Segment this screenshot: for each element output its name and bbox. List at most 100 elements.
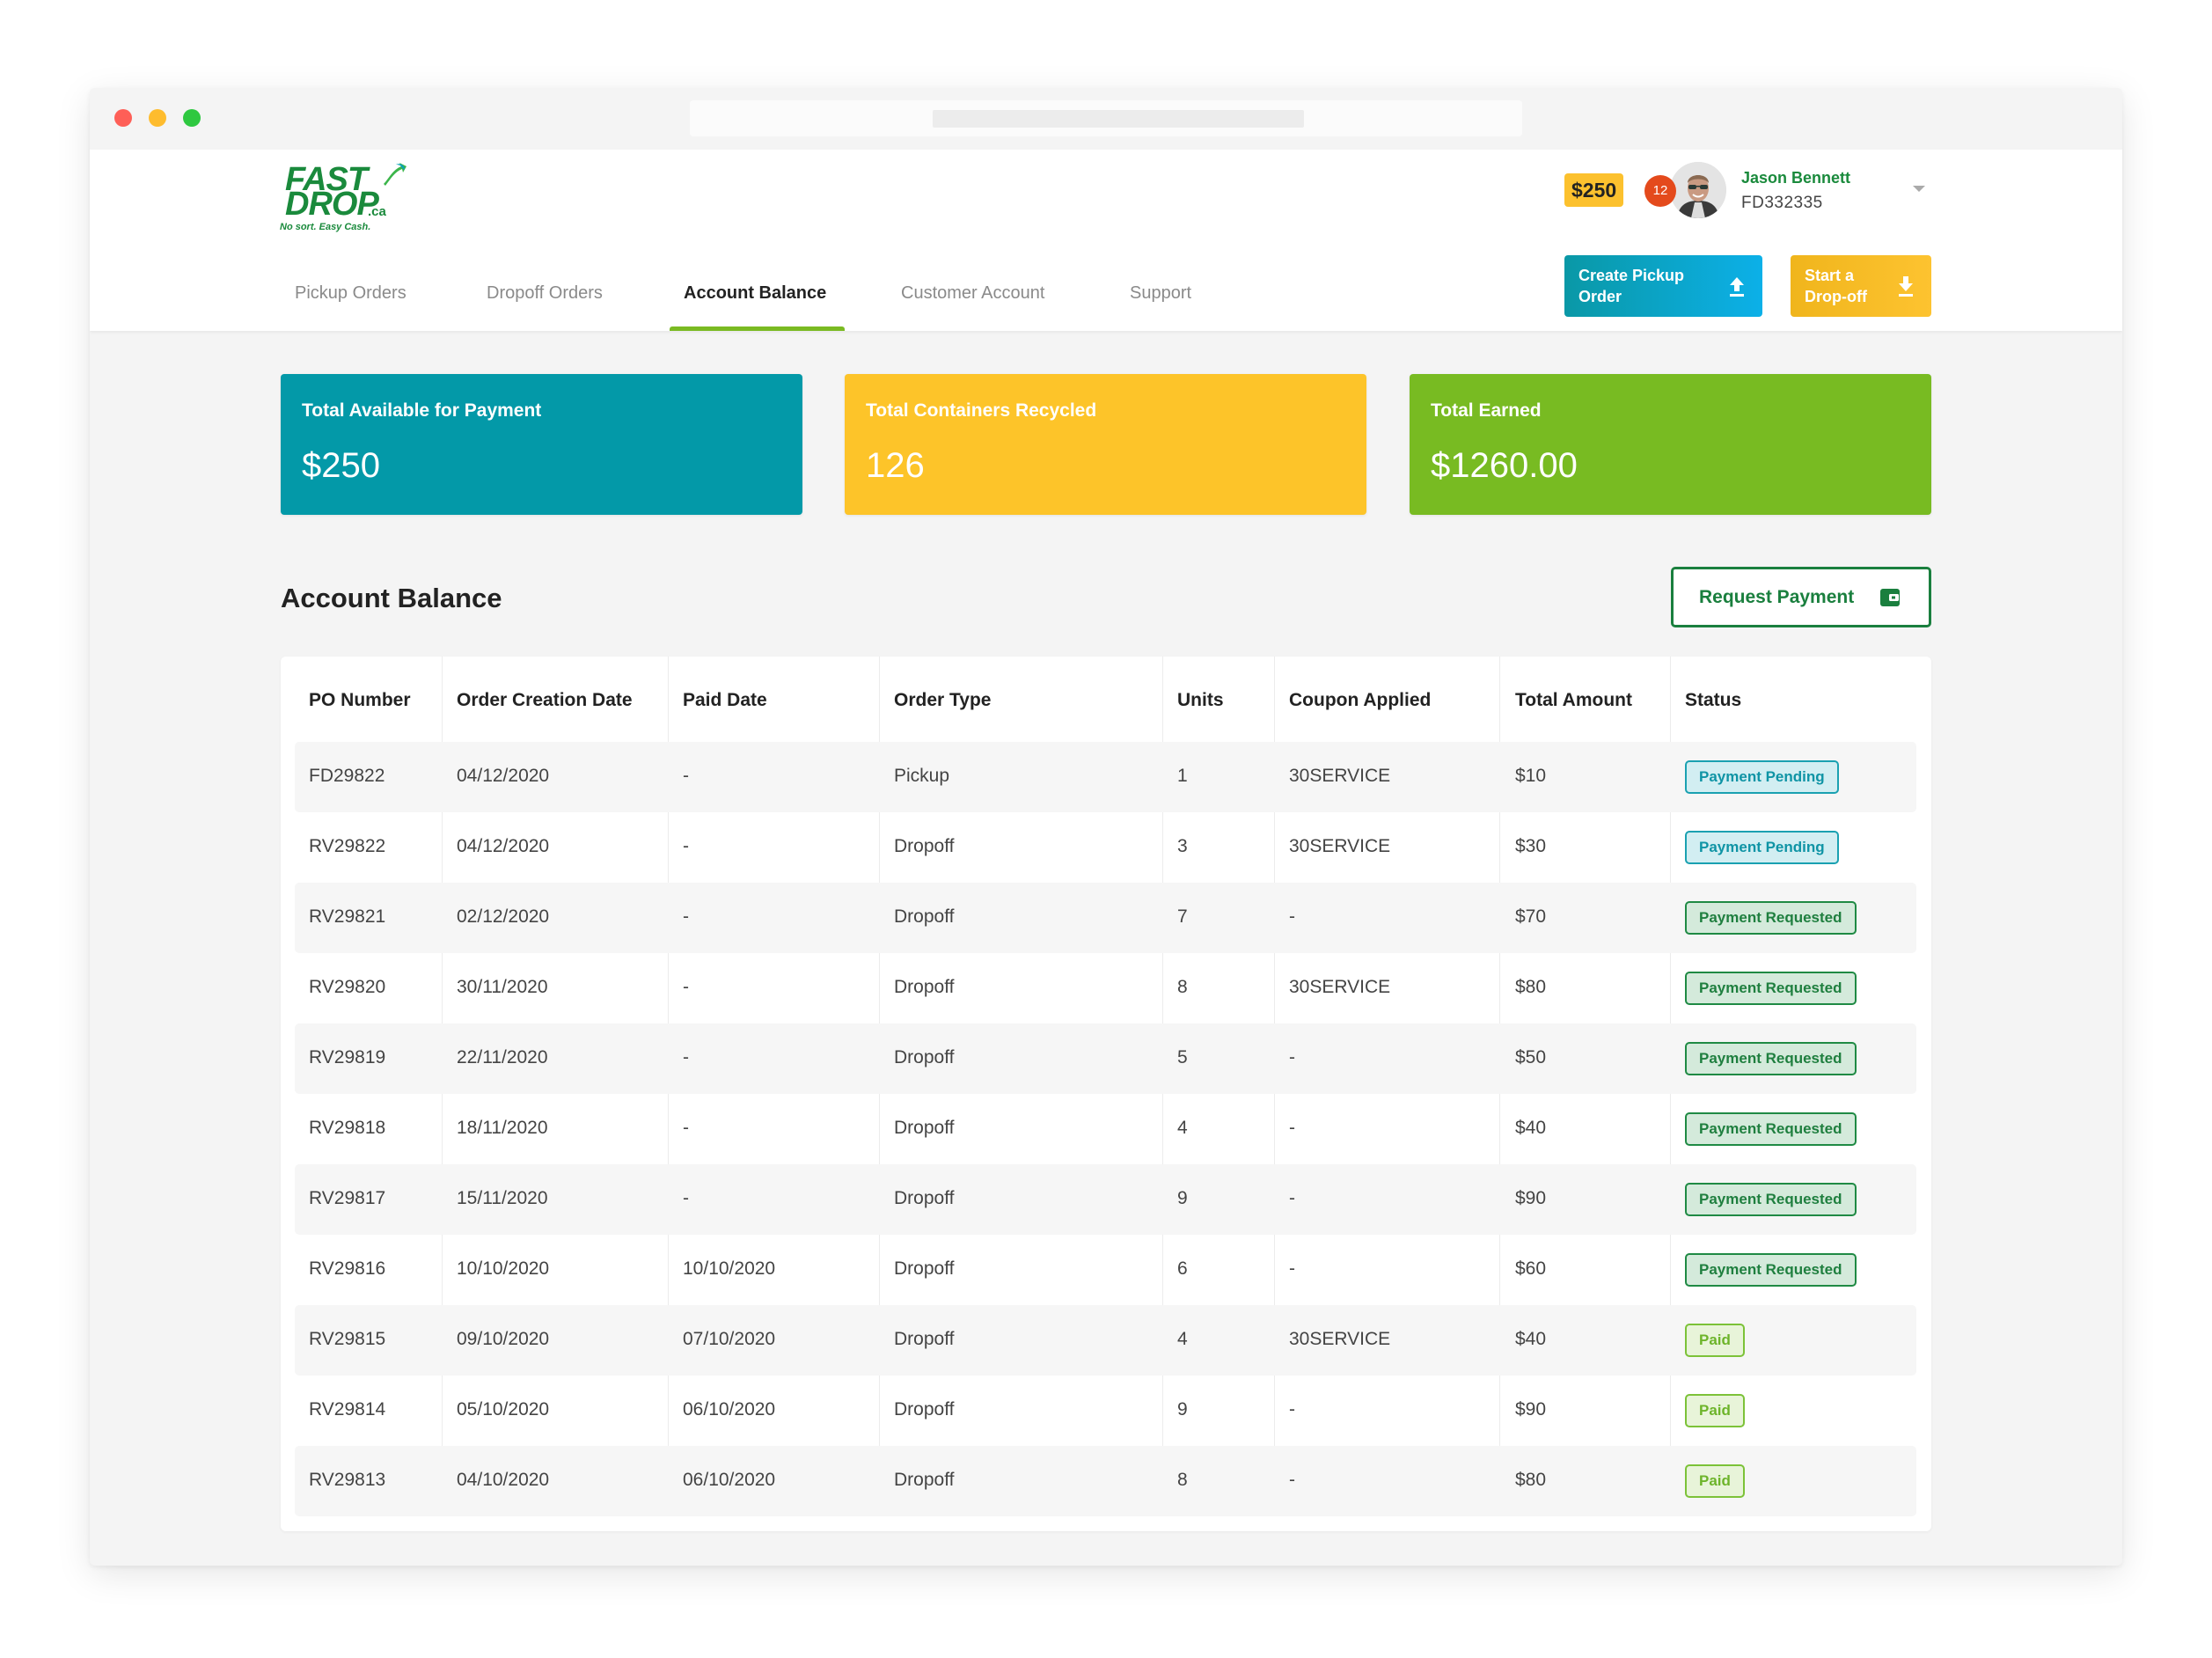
browser-chrome: [90, 88, 2122, 150]
cell-units: 8: [1177, 977, 1188, 997]
summary-card-label: Total Containers Recycled: [866, 400, 1097, 421]
cell-coupon-applied: 30SERVICE: [1289, 836, 1391, 856]
status-badge: Payment Pending: [1685, 831, 1839, 864]
tab-pickup-orders[interactable]: Pickup Orders: [295, 282, 407, 331]
active-tab-indicator: [670, 326, 845, 331]
tab-customer-account[interactable]: Customer Account: [901, 282, 1044, 331]
cell-order-creation-date: 18/11/2020: [457, 1118, 548, 1138]
summary-card-value: 126: [866, 446, 925, 485]
address-bar[interactable]: [690, 100, 1522, 136]
logo-swoosh-icon: [384, 163, 407, 186]
cell-po-number: RV29814: [309, 1399, 386, 1420]
tab-support[interactable]: Support: [1130, 282, 1191, 331]
status-badge: Payment Requested: [1685, 1183, 1857, 1216]
cell-po-number: RV29821: [309, 906, 386, 927]
cell-total-amount: $60: [1515, 1258, 1547, 1279]
cell-order-type: Dropoff: [894, 1118, 955, 1138]
create-pickup-order-button[interactable]: Create Pickup Order: [1564, 255, 1762, 317]
status-badge: Payment Requested: [1685, 1253, 1857, 1287]
summary-card-containers: Total Containers Recycled 126: [845, 374, 1366, 515]
cell-order-creation-date: 02/12/2020: [457, 906, 550, 927]
cell-paid-date: -: [683, 836, 689, 856]
close-window-button[interactable]: [114, 109, 132, 127]
cell-po-number: FD29822: [309, 766, 385, 786]
cell-units: 5: [1177, 1047, 1188, 1067]
user-avatar-icon: [1670, 162, 1726, 218]
cell-coupon-applied: -: [1289, 1399, 1295, 1420]
table-row[interactable]: RV29817 15/11/2020 - Dropoff 9 - $90 Payment Re…: [295, 1164, 1916, 1235]
summary-card-value: $250: [302, 446, 380, 485]
summary-card-available: Total Available for Payment $250: [281, 374, 802, 515]
cell-po-number: RV29822: [309, 836, 386, 856]
cell-order-creation-date: 10/10/2020: [457, 1258, 550, 1279]
column-header-order-type[interactable]: Order Type: [894, 690, 991, 711]
cell-po-number: RV29813: [309, 1470, 386, 1490]
table-row[interactable]: RV29820 30/11/2020 - Dropoff 8 30SERVICE $80 Pa…: [295, 953, 1916, 1023]
minimize-window-button[interactable]: [149, 109, 166, 127]
cell-total-amount: $70: [1515, 906, 1547, 927]
cell-order-creation-date: 04/12/2020: [457, 766, 550, 786]
column-header-paid-date[interactable]: Paid Date: [683, 690, 767, 711]
cell-total-amount: $90: [1515, 1188, 1547, 1208]
user-menu-chevron-down-icon[interactable]: [1913, 186, 1925, 192]
status-badge: Payment Requested: [1685, 1042, 1857, 1075]
column-header-status[interactable]: Status: [1685, 690, 1741, 711]
column-header-po-number[interactable]: PO Number: [309, 690, 411, 711]
cell-po-number: RV29816: [309, 1258, 386, 1279]
tab-dropoff-orders[interactable]: Dropoff Orders: [487, 282, 603, 331]
user-name[interactable]: Jason Bennett: [1741, 169, 1850, 187]
table-row[interactable]: RV29821 02/12/2020 - Dropoff 7 - $70 Payment Re…: [295, 883, 1916, 953]
table-row[interactable]: RV29815 09/10/2020 07/10/2020 Dropoff 4 30SER…: [295, 1305, 1916, 1376]
column-header-order-creation-date[interactable]: Order Creation Date: [457, 690, 633, 711]
maximize-window-button[interactable]: [183, 109, 201, 127]
cell-coupon-applied: -: [1289, 1258, 1295, 1279]
table-row[interactable]: FD29822 04/12/2020 - Pickup 1 30SERVICE $10 Pay…: [295, 742, 1916, 812]
balance-pill[interactable]: $250: [1564, 173, 1624, 207]
table-row[interactable]: RV29819 22/11/2020 - Dropoff 5 - $50 Payment Re…: [295, 1023, 1916, 1094]
status-badge: Paid: [1685, 1394, 1745, 1427]
cell-units: 1: [1177, 766, 1188, 786]
cell-order-creation-date: 04/12/2020: [457, 836, 550, 856]
status-badge: Payment Pending: [1685, 760, 1839, 794]
start-dropoff-button[interactable]: Start a Drop-off: [1791, 255, 1931, 317]
status-badge: Paid: [1685, 1464, 1745, 1498]
cell-order-type: Dropoff: [894, 1470, 955, 1490]
status-badge: Payment Requested: [1685, 1112, 1857, 1146]
cell-order-type: Dropoff: [894, 1188, 955, 1208]
table-row[interactable]: RV29822 04/12/2020 - Dropoff 3 30SERVICE $30 Pa…: [295, 812, 1916, 883]
cell-po-number: RV29818: [309, 1118, 386, 1138]
table-row[interactable]: RV29816 10/10/2020 10/10/2020 Dropoff 6 - $60 P…: [295, 1235, 1916, 1305]
cell-coupon-applied: 30SERVICE: [1289, 977, 1391, 997]
logo-text-drop: DROP: [285, 186, 379, 223]
table-row[interactable]: RV29814 05/10/2020 06/10/2020 Dropoff 9 - $90 P…: [295, 1376, 1916, 1446]
notification-badge[interactable]: 12: [1644, 175, 1676, 207]
cell-coupon-applied: -: [1289, 1118, 1295, 1138]
cell-units: 9: [1177, 1188, 1188, 1208]
cell-paid-date: -: [683, 1118, 689, 1138]
cell-order-creation-date: 09/10/2020: [457, 1329, 550, 1349]
upload-icon: [1730, 277, 1744, 297]
table-row[interactable]: RV29818 18/11/2020 - Dropoff 4 - $40 Payment Re…: [295, 1094, 1916, 1164]
avatar[interactable]: [1670, 162, 1726, 218]
summary-card-label: Total Earned: [1431, 400, 1542, 421]
cell-po-number: RV29815: [309, 1329, 386, 1349]
cell-coupon-applied: -: [1289, 1188, 1295, 1208]
fastdrop-logo[interactable]: FAST DROP .ca No sort. Easy Cash.: [280, 161, 407, 235]
cell-order-creation-date: 04/10/2020: [457, 1470, 550, 1490]
cell-order-creation-date: 15/11/2020: [457, 1188, 548, 1208]
cell-po-number: RV29820: [309, 977, 386, 997]
column-header-total-amount[interactable]: Total Amount: [1515, 690, 1632, 711]
request-payment-label: Request Payment: [1699, 587, 1855, 607]
tab-account-balance[interactable]: Account Balance: [684, 282, 826, 331]
table-row[interactable]: RV29813 04/10/2020 06/10/2020 Dropoff 8 - $80 P…: [295, 1446, 1916, 1516]
summary-card-value: $1260.00: [1431, 446, 1578, 485]
column-header-coupon-applied[interactable]: Coupon Applied: [1289, 690, 1431, 711]
cell-po-number: RV29819: [309, 1047, 386, 1067]
cell-order-type: Dropoff: [894, 977, 955, 997]
cell-paid-date: 10/10/2020: [683, 1258, 776, 1279]
column-header-units[interactable]: Units: [1177, 690, 1224, 711]
cell-coupon-applied: -: [1289, 1470, 1295, 1490]
cell-coupon-applied: -: [1289, 906, 1295, 927]
request-payment-button[interactable]: Request Payment: [1671, 567, 1931, 627]
cell-order-type: Dropoff: [894, 1399, 955, 1420]
